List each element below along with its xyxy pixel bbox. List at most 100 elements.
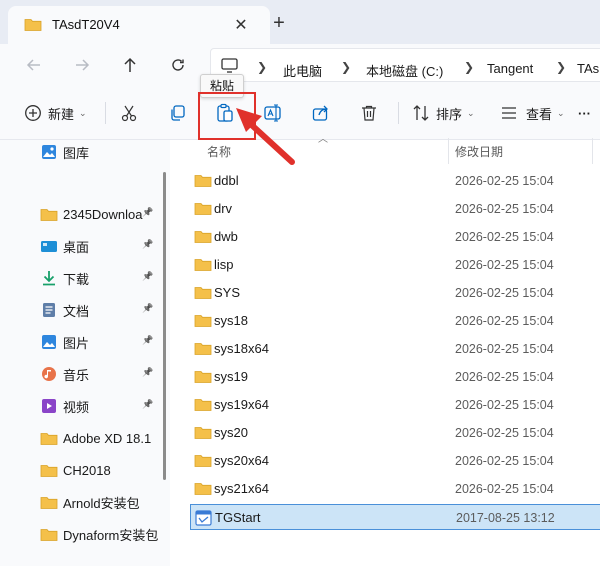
file-modified-date: 2017-08-25 13:12 [456,511,555,525]
pin-icon: 📌 [142,399,154,409]
breadcrumb-tangent[interactable]: Tangent [487,61,533,76]
scissors-icon [121,105,137,122]
file-name: TGStart [215,510,261,525]
refresh-button[interactable] [166,54,190,76]
file-row[interactable]: SYS 2026-02-25 15:04 [190,280,600,306]
new-button-label: 新建 [48,106,75,122]
chevron-down-icon: ⌄ [79,107,87,118]
rename-button[interactable] [264,100,284,126]
paste-highlight-box [198,92,256,140]
sidebar-item[interactable]: 下载 [40,266,89,290]
back-button[interactable] [22,54,46,76]
file-row[interactable]: dwb 2026-02-25 15:04 [190,224,600,250]
column-header-name[interactable]: 名称 [207,143,231,160]
navigation-bar: ❯ 此电脑 ❯ 本地磁盘 (C:) ❯ Tangent ❯ TAs [0,44,600,86]
sidebar-item[interactable]: Arnold安装包 [40,490,140,514]
tab-title: TAsdT20V4 [52,17,120,32]
pin-icon: 📌 [142,367,154,377]
folder-icon [40,430,58,446]
file-name: sys19 [214,369,248,384]
file-modified-date: 2026-02-25 15:04 [455,286,554,300]
sort-button-label: 排序 [436,106,463,122]
sidebar-item-label: 2345Downloa [63,206,143,222]
file-row[interactable]: sys18 2026-02-25 15:04 [190,308,600,334]
command-bar: 新建 ⌄ 排序 ⌄ 查看 ⌄ ··· [0,86,600,140]
forward-button[interactable] [70,54,94,76]
file-name: sys19x64 [214,397,269,412]
file-row[interactable]: sys19x64 2026-02-25 15:04 [190,392,600,418]
divider [105,102,106,124]
sidebar-item[interactable]: 桌面 [40,234,89,258]
file-row[interactable]: drv 2026-02-25 15:04 [190,196,600,222]
sidebar-item[interactable]: Dynaform安装包 [40,522,158,546]
sidebar-item[interactable]: 图片 [40,330,89,354]
file-name: dwb [214,229,238,244]
file-row[interactable]: ddbl 2026-02-25 15:04 [190,168,600,194]
sidebar-item[interactable]: Adobe XD 18.1 [40,426,151,450]
folder-icon [40,206,58,222]
file-name: sys20 [214,425,248,440]
column-header-modified[interactable]: 修改日期 [455,143,503,160]
app-icon [195,510,212,529]
sort-ascending-icon: ︿ [318,134,328,145]
file-modified-date: 2026-02-25 15:04 [455,398,554,412]
document-icon [40,302,58,318]
share-icon [312,105,328,121]
more-options-button[interactable]: ··· [578,100,591,126]
trash-icon [362,105,376,121]
sidebar-item-label: 图库 [63,145,90,161]
file-name: sys18x64 [214,341,269,356]
plus-circle-icon [25,105,41,121]
folder-icon [194,173,212,191]
file-row[interactable]: sys18x64 2026-02-25 15:04 [190,336,600,362]
file-row[interactable]: sys19 2026-02-25 15:04 [190,364,600,390]
sidebar-scrollbar[interactable] [163,172,166,480]
sidebar-item[interactable]: CH2018 [40,458,111,482]
pin-icon: 📌 [142,335,154,345]
sidebar-item[interactable]: 音乐 [40,362,89,386]
folder-icon [194,453,212,471]
delete-button[interactable] [360,100,378,126]
column-divider[interactable] [592,138,593,164]
file-name: sys21x64 [214,481,269,496]
tab-active[interactable]: TAsdT20V4 ✕ [8,6,270,44]
cut-button[interactable] [120,100,138,126]
close-tab-button[interactable]: ✕ [230,14,252,36]
chevron-right-icon: ❯ [341,60,352,74]
sidebar-item-gallery[interactable]: 图库 [40,140,89,164]
breadcrumb-local-disk[interactable]: 本地磁盘 (C:) [366,61,443,80]
pin-icon: 📌 [142,207,154,217]
file-row[interactable]: sys21x64 2026-02-25 15:04 [190,476,600,502]
sidebar-item-label: Arnold安装包 [63,495,140,511]
file-row[interactable]: sys20 2026-02-25 15:04 [190,420,600,446]
file-modified-date: 2026-02-25 15:04 [455,314,554,328]
folder-icon [194,397,212,415]
tab-bar: TAsdT20V4 ✕ + [0,0,600,44]
chevron-right-icon: ❯ [257,60,268,74]
file-row[interactable]: lisp 2026-02-25 15:04 [190,252,600,278]
chevron-down-icon: ⌄ [557,107,565,118]
sidebar-item[interactable]: 2345Downloa [40,202,143,226]
arrow-left-icon [26,59,40,71]
new-button[interactable]: 新建 ⌄ [24,100,87,126]
folder-icon [194,313,212,331]
download-icon [40,270,58,286]
file-name: lisp [214,257,234,272]
share-button[interactable] [312,100,330,126]
new-tab-button[interactable]: + [268,12,290,34]
view-button-label: 查看 [526,106,553,122]
up-button[interactable] [118,54,142,76]
column-divider[interactable] [448,138,449,164]
file-modified-date: 2026-02-25 15:04 [455,202,554,216]
view-button[interactable]: 查看 ⌄ [500,100,565,126]
sidebar-item[interactable]: 文档 [40,298,89,322]
copy-button[interactable] [168,100,186,126]
sidebar-item-label: 桌面 [63,239,90,255]
sidebar-item[interactable]: 视频 [40,394,89,418]
address-bar[interactable]: ❯ 此电脑 ❯ 本地磁盘 (C:) ❯ Tangent ❯ TAs [210,48,600,82]
file-row[interactable]: TGStart 2017-08-25 13:12 [190,504,600,530]
breadcrumb-this-pc[interactable]: 此电脑 [283,61,322,80]
file-row[interactable]: sys20x64 2026-02-25 15:04 [190,448,600,474]
sort-button[interactable]: 排序 ⌄ [412,100,475,126]
breadcrumb-current[interactable]: TAs [577,61,599,76]
